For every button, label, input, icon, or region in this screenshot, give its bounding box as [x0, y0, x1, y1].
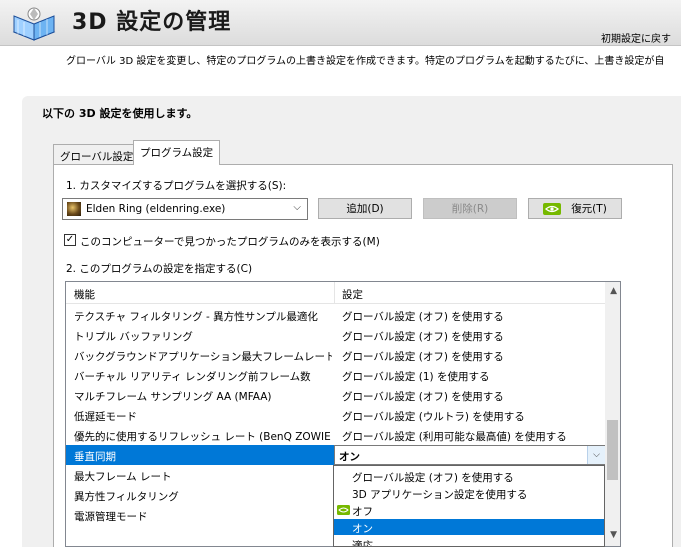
vsync-setting-select[interactable]: オン ⌵ — [334, 445, 606, 465]
list-scrollbar[interactable]: ▲ ▼ — [605, 282, 620, 546]
row-feature: テクスチャ フィルタリング - 異方性サンプル最適化 — [74, 311, 318, 323]
elden-ring-app-icon — [67, 202, 81, 216]
row-setting: グローバル設定 (1) を使用する — [342, 371, 490, 383]
program-select-value: Elden Ring (eldenring.exe) — [86, 203, 226, 215]
show-only-found-label: このコンピューターで見つかったプログラムのみを表示する(M) — [80, 236, 380, 248]
column-feature[interactable]: 機能 — [74, 287, 95, 302]
row-setting: グローバル設定 (利用可能な最高値) を使用する — [342, 431, 567, 443]
dropdown-option-label: オン — [352, 523, 373, 535]
tab-program-settings[interactable]: プログラム設定 — [133, 140, 221, 165]
table-row[interactable]: 優先的に使用するリフレッシュ レート (BenQ ZOWIE ... グローバル… — [66, 425, 606, 445]
table-row[interactable]: バーチャル リアリティ レンダリング前フレーム数 グローバル設定 (1) を使用… — [66, 365, 606, 385]
row-feature: 垂直同期 — [74, 451, 116, 463]
3d-settings-logo-icon — [12, 7, 56, 41]
restore-program-button[interactable]: 復元(T) — [528, 198, 622, 219]
program-select[interactable]: Elden Ring (eldenring.exe) ⌵ — [62, 198, 308, 220]
row-setting: グローバル設定 (ウルトラ) を使用する — [342, 411, 525, 423]
row-feature: バックグラウンドアプリケーション最大フレームレート — [74, 351, 332, 363]
row-feature: バーチャル リアリティ レンダリング前フレーム数 — [74, 371, 311, 383]
table-row[interactable]: バックグラウンドアプリケーション最大フレームレート グローバル設定 (オフ) を… — [66, 345, 606, 365]
chevron-down-icon[interactable]: ⌵ — [587, 446, 605, 464]
dropdown-option[interactable]: グローバル設定 (オフ) を使用する — [334, 468, 604, 484]
row-feature: マルチフレーム サンプリング AA (MFAA) — [74, 391, 272, 403]
scrollbar-thumb[interactable] — [607, 420, 618, 480]
header-bar: 3D 設定の管理 初期設定に戻す — [0, 0, 681, 46]
table-row[interactable]: トリプル バッファリング グローバル設定 (オフ) を使用する — [66, 325, 606, 345]
dropdown-option[interactable]: 3D アプリケーション設定を使用する — [334, 485, 604, 501]
column-setting[interactable]: 設定 — [342, 287, 363, 302]
step1-label: 1. カスタマイズするプログラムを選択する(S): — [66, 180, 287, 192]
table-row[interactable]: テクスチャ フィルタリング - 異方性サンプル最適化 グローバル設定 (オフ) … — [66, 305, 606, 325]
step2-label: 2. このプログラムの設定を指定する(C) — [66, 263, 253, 275]
restore-program-button-label: 復元(T) — [571, 203, 607, 215]
show-only-found-checkbox[interactable]: ✓ — [64, 234, 76, 246]
row-setting: グローバル設定 (オフ) を使用する — [342, 391, 504, 403]
row-feature: 電源管理モード — [74, 511, 148, 523]
table-row-selected[interactable]: 垂直同期 オン ⌵ — [66, 445, 606, 465]
row-feature: 最大フレーム レート — [74, 471, 172, 483]
restore-defaults-link[interactable]: 初期設定に戻す — [601, 30, 671, 45]
dropdown-option-highlighted[interactable]: オン — [334, 519, 604, 535]
row-setting: グローバル設定 (オフ) を使用する — [342, 331, 504, 343]
dropdown-option-label: 適応 — [352, 540, 373, 547]
row-setting: グローバル設定 (オフ) を使用する — [342, 311, 504, 323]
dropdown-option[interactable]: 適応 — [334, 536, 604, 547]
scroll-up-icon[interactable]: ▲ — [610, 286, 617, 296]
table-row[interactable]: 低遅延モード グローバル設定 (ウルトラ) を使用する — [66, 405, 606, 425]
remove-program-button[interactable]: 削除(R) — [423, 198, 517, 219]
dropdown-option-label: グローバル設定 (オフ) を使用する — [352, 472, 514, 484]
column-divider — [334, 282, 335, 304]
table-row[interactable]: マルチフレーム サンプリング AA (MFAA) グローバル設定 (オフ) を使… — [66, 385, 606, 405]
row-feature: 異方性フィルタリング — [74, 491, 179, 503]
dropdown-option-label: 3D アプリケーション設定を使用する — [352, 489, 528, 501]
add-program-button[interactable]: 追加(D) — [318, 198, 412, 219]
row-setting: グローバル設定 (オフ) を使用する — [342, 351, 504, 363]
dropdown-option-label: オフ — [352, 506, 373, 518]
vsync-setting-value: オン — [339, 451, 360, 463]
panel-title: 以下の 3D 設定を使用します。 — [42, 107, 198, 120]
page-title: 3D 設定の管理 — [72, 10, 232, 35]
dropdown-option[interactable]: オフ — [334, 502, 604, 518]
page-description: グローバル 3D 設定を変更し、特定のプログラムの上書き設定を作成できます。特定… — [66, 56, 665, 67]
vsync-dropdown-list[interactable]: グローバル設定 (オフ) を使用する 3D アプリケーション設定を使用する オフ… — [333, 465, 605, 547]
list-header: 機能 設定 — [66, 282, 606, 304]
scroll-down-icon[interactable]: ▼ — [610, 530, 617, 540]
row-feature: 低遅延モード — [74, 411, 137, 423]
chevron-down-icon: ⌵ — [293, 202, 301, 213]
nvidia-icon — [543, 202, 562, 215]
nvidia-icon — [337, 505, 350, 515]
row-feature: トリプル バッファリング — [74, 331, 193, 343]
tab-global-settings[interactable]: グローバル設定 — [53, 144, 141, 164]
row-feature: 優先的に使用するリフレッシュ レート (BenQ ZOWIE ... — [74, 431, 332, 443]
